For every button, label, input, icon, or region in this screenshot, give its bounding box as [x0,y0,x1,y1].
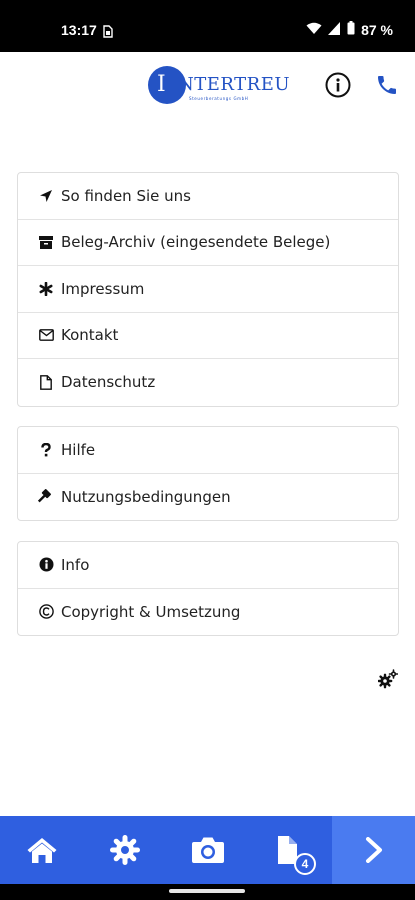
tab-home[interactable] [0,816,83,884]
app-screen: I NTERTREU Steuerberatungs GmbH So finde… [0,52,415,816]
document-icon [38,374,54,390]
system-nav-bar [0,884,415,900]
tab-camera[interactable] [166,816,249,884]
menu-item-nutzungsbedingungen[interactable]: Nutzungsbedingungen [18,474,398,521]
phone-icon [378,76,396,94]
copyright-icon [38,604,54,620]
menu-item-so-finden-sie-uns[interactable]: So finden Sie uns [18,173,398,220]
camera-icon [191,837,224,863]
menu-group-info: Info Copyright & Umsetzung [17,541,399,636]
tab-next[interactable] [332,816,415,884]
info-button[interactable] [323,70,353,100]
question-icon [38,442,54,458]
home-gesture-handle[interactable] [169,889,245,893]
menu-item-impressum[interactable]: Impressum [18,266,398,313]
menu-item-beleg-archiv[interactable]: Beleg-Archiv (eingesendete Belege) [18,220,398,266]
home-icon [27,838,56,863]
chevron-right-icon [365,837,382,863]
envelope-icon [38,327,54,343]
asterisk-icon [38,281,54,297]
menu-item-info[interactable]: Info [18,542,398,589]
menu-item-copyright[interactable]: Copyright & Umsetzung [18,589,398,636]
documents-badge: 4 [294,853,316,875]
status-time: 13:17 [61,22,97,38]
menu-group-help: Hilfe Nutzungsbedingungen [17,426,399,521]
bottom-tab-bar: 4 [0,816,415,884]
menu-item-kontakt[interactable]: Kontakt [18,313,398,359]
battery-percent: 87 % [361,21,393,38]
gear-icon [109,835,140,865]
archive-icon [38,234,54,250]
tab-settings[interactable] [83,816,166,884]
status-bar: 13:17 87 % [0,0,415,52]
signal-icon [328,21,341,38]
cogs-icon[interactable] [377,669,399,689]
tab-documents[interactable]: 4 [249,816,332,884]
intertreu-logo: I NTERTREU Steuerberatungs GmbH [148,65,290,105]
info-circle-icon [325,72,351,98]
menu-item-datenschutz[interactable]: Datenschutz [18,359,398,406]
phone-button[interactable] [372,70,402,100]
menu-group-main: So finden Sie uns Beleg-Archiv (eingesen… [17,172,399,407]
gavel-icon [38,489,54,505]
sim-icon [103,23,113,42]
location-arrow-icon [38,188,54,204]
battery-icon [347,21,355,38]
wifi-icon [306,22,322,38]
menu-item-hilfe[interactable]: Hilfe [18,427,398,474]
info-icon [38,557,54,573]
